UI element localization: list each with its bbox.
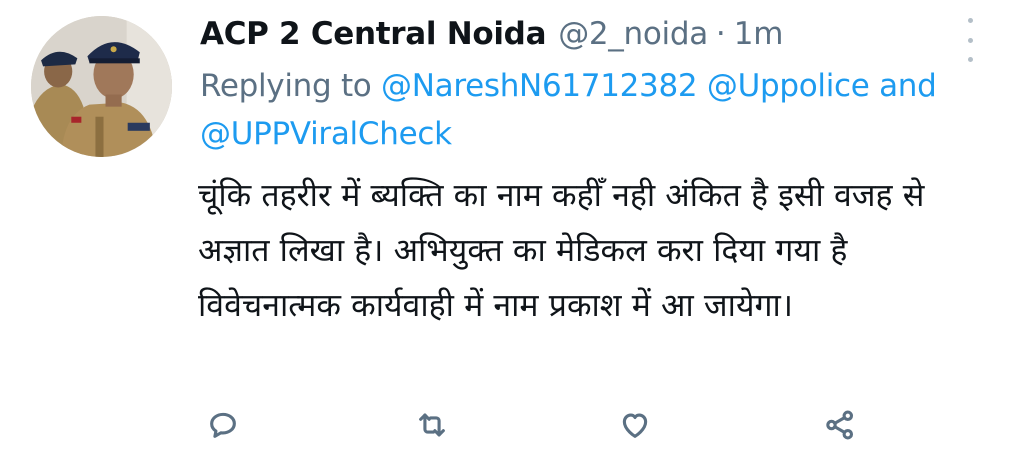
reply-icon [210, 412, 236, 438]
mention-link[interactable]: @NareshN61712382 [381, 68, 698, 104]
reply-button[interactable] [193, 395, 253, 455]
replying-and[interactable]: and [879, 68, 937, 104]
more-vertical-icon[interactable] [958, 18, 982, 62]
timestamp[interactable]: 1m [734, 10, 784, 58]
heart-icon [622, 413, 648, 438]
mention-link[interactable]: @Uppolice [707, 68, 870, 104]
retweet-button[interactable] [402, 395, 462, 455]
tweet-card[interactable]: ACP 2 Central Noida @2_noida · 1m Replyi… [0, 0, 1024, 469]
tweet-header: ACP 2 Central Noida @2_noida · 1m [200, 10, 783, 58]
share-button[interactable] [810, 395, 870, 455]
share-icon [826, 410, 854, 440]
separator-dot: · [715, 16, 726, 52]
avatar-photo [31, 16, 172, 157]
tweet-actions [0, 395, 1024, 455]
avatar[interactable] [31, 16, 172, 157]
retweet-icon [419, 413, 445, 437]
mention-link[interactable]: @UPPViralCheck [200, 116, 452, 152]
author-handle[interactable]: @2_noida [558, 10, 708, 58]
tweet-text: चूंकि तहरीर में ब्यक्ति का नाम कहीँ नही … [198, 176, 925, 324]
like-button[interactable] [605, 395, 665, 455]
replying-prefix: Replying to [200, 68, 372, 104]
replying-to: Replying to @NareshN61712382 @Uppolice a… [200, 62, 1000, 158]
author-name[interactable]: ACP 2 Central Noida [200, 10, 546, 58]
